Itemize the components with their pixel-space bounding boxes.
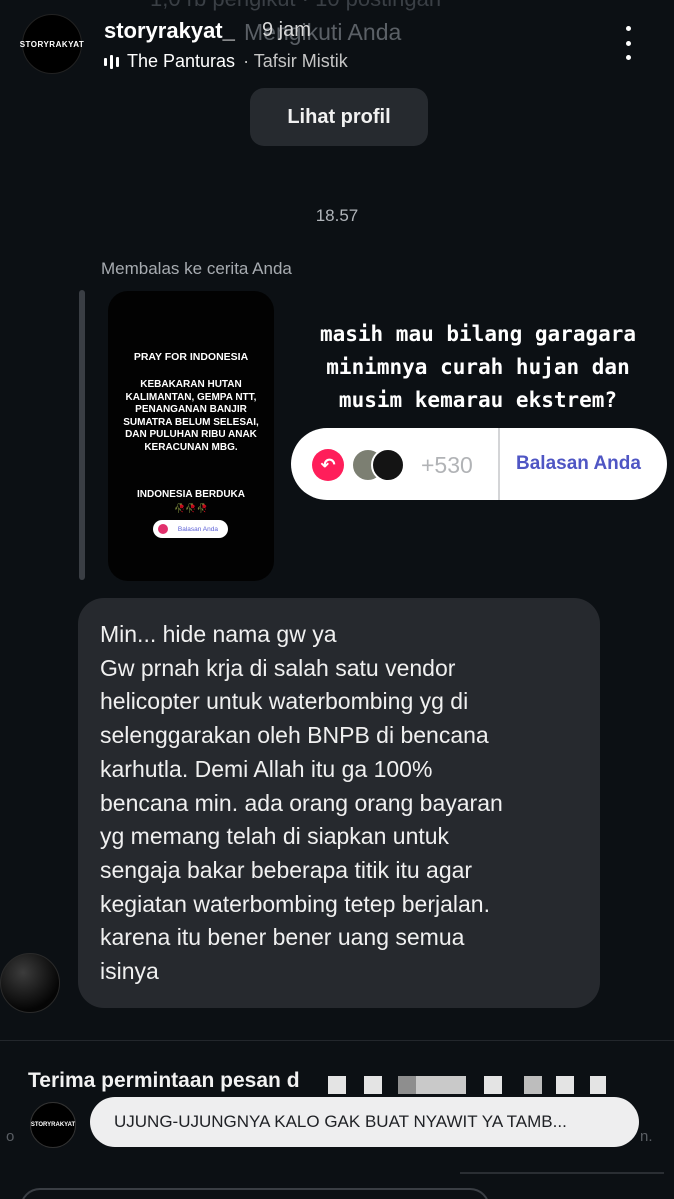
reply-arrow-icon: ↶ xyxy=(312,449,344,481)
story-body: KEBAKARAN HUTAN KALIMANTAN, GEMPA NTT, P… xyxy=(123,379,259,453)
music-info[interactable]: The Panturas · Tafsir Mistik xyxy=(104,51,348,72)
reply-indicator-bar xyxy=(79,290,85,580)
view-profile-button[interactable]: Lihat profil xyxy=(250,88,428,146)
redaction-pixel-block xyxy=(328,1076,638,1094)
message-line: helicopter untuk waterbombing yg di xyxy=(100,688,469,715)
message-line: sengaja bakar beberapa titik itu agar xyxy=(100,856,473,883)
rose-emoji-icon: 🥀🥀🥀 xyxy=(174,503,208,513)
ghost-text-left: o xyxy=(6,1128,15,1145)
story-pill-label: Balasan Anda xyxy=(177,525,218,533)
toast-avatar-logo: STORYRAKYAT xyxy=(30,1122,76,1128)
section-divider xyxy=(0,1040,674,1041)
story-title: PRAY FOR INDONESIA xyxy=(133,351,249,363)
story-thumbnail[interactable]: PRAY FOR INDONESIA KEBAKARAN HUTAN KALIM… xyxy=(108,291,274,581)
notification-toast[interactable]: UJUNG-UJUNGNYA KALO GAK BUAT NYAWIT YA T… xyxy=(90,1097,639,1147)
message-timestamp: 18.57 xyxy=(315,206,359,225)
message-bubble[interactable]: Min... hide nama gw ya Gw prnah krja di … xyxy=(78,598,600,1008)
message-request-title: Terima permintaan pesan d xyxy=(28,1069,300,1092)
your-reply-link[interactable]: Balasan Anda xyxy=(516,453,641,475)
message-line: karhutla. Demi Allah itu ga 100% xyxy=(100,755,433,782)
sender-avatar[interactable] xyxy=(0,953,60,1013)
music-bars-icon xyxy=(104,54,119,70)
participant-avatar xyxy=(371,448,405,482)
music-title: The Panturas xyxy=(127,51,236,71)
story-time: 9 jam xyxy=(262,19,311,41)
sticker-divider xyxy=(498,428,500,500)
more-vertical-icon[interactable] xyxy=(616,26,640,60)
message-line: isinya xyxy=(100,958,159,985)
music-subtitle: · Tafsir Mistik xyxy=(243,51,348,71)
message-line: selenggarakan oleh BNPB di bencana xyxy=(100,722,489,749)
participant-count: +530 xyxy=(421,452,473,478)
overlay-line: minimnya curah hujan dan xyxy=(326,355,630,379)
add-yours-sticker[interactable]: ↶ +530 Balasan Anda xyxy=(291,428,667,500)
ghost-text-right: n. xyxy=(640,1128,653,1145)
profile-avatar[interactable]: STORYRAKYAT xyxy=(19,14,85,74)
message-line: Gw prnah krja di salah satu vendor xyxy=(100,654,456,681)
reply-context-label: Membalas ke cerita Anda xyxy=(101,259,292,278)
message-composer[interactable] xyxy=(20,1188,490,1199)
message-line: yg memang telah di siapkan untuk xyxy=(100,823,450,850)
toast-text: UJUNG-UJUNGNYA KALO GAK BUAT NYAWIT YA T… xyxy=(114,1112,567,1131)
message-line: bencana min. ada orang orang bayaran xyxy=(100,789,503,816)
story-reply-pill: Balasan Anda xyxy=(153,520,228,538)
story-overlay-text: masih mau bilang garagara minimnya curah… xyxy=(296,318,660,417)
message-line: Min... hide nama gw ya xyxy=(100,621,337,647)
message-line: kegiatan waterbombing tetep berjalan. xyxy=(100,890,490,917)
bottom-divider xyxy=(460,1172,664,1174)
overlay-line: masih mau bilang garagara xyxy=(319,322,637,346)
story-mourning-text: INDONESIA BERDUKA xyxy=(137,489,245,500)
ghost-stats-text: 1,0 rb pengikut · 10 postingan xyxy=(150,0,441,12)
username[interactable]: storyrakyat_ xyxy=(104,18,235,44)
toast-avatar: STORYRAKYAT xyxy=(30,1102,76,1148)
message-line: karena itu bener bener uang semua xyxy=(100,924,465,951)
overlay-line: musim kemarau ekstrem? xyxy=(338,388,618,412)
avatar-logo-text: STORYRAKYAT xyxy=(19,39,85,49)
